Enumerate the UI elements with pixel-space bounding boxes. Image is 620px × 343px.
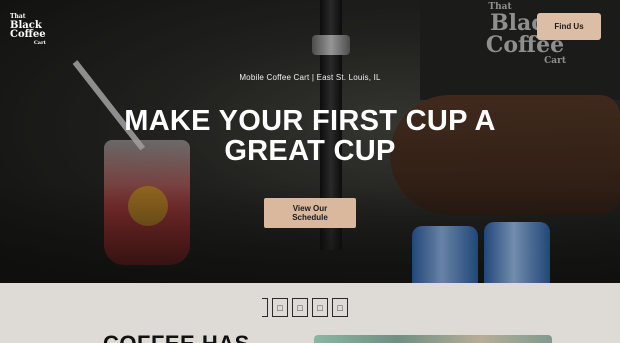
cta-line1: View Our (292, 204, 328, 213)
glyph-box (262, 298, 268, 317)
hero-headline-line1: MAKE YOUR FIRST CUP A (124, 105, 496, 137)
find-us-button[interactable]: Find Us (537, 13, 601, 40)
cta-line2: Schedule (292, 213, 328, 222)
view-schedule-button[interactable]: View Our Schedule (264, 198, 356, 228)
hero-headline-line2: GREAT CUP (224, 135, 396, 167)
section-heading: COFFEE HAS (103, 333, 250, 343)
hero-eyebrow: Mobile Coffee Cart | East St. Louis, IL (239, 73, 381, 82)
glyph-box: □ (272, 298, 288, 317)
page: That Black Coffee Cart That Black Coffee… (0, 0, 620, 343)
glyph-box: □ (292, 298, 308, 317)
logo-line3: Coffee (10, 29, 46, 40)
video-thumbnail[interactable] (314, 335, 552, 343)
glyph-box: □ (332, 298, 348, 317)
hero-headline: MAKE YOUR FIRST CUP A GREAT CUP (60, 106, 560, 166)
missing-glyph-heading: □ □ □ □ (262, 298, 348, 317)
site-logo[interactable]: That Black Coffee Cart (10, 12, 50, 48)
logo-line4: Cart (33, 40, 46, 46)
hero-section: That Black Coffee Cart That Black Coffee… (0, 0, 620, 283)
glyph-box: □ (312, 298, 328, 317)
